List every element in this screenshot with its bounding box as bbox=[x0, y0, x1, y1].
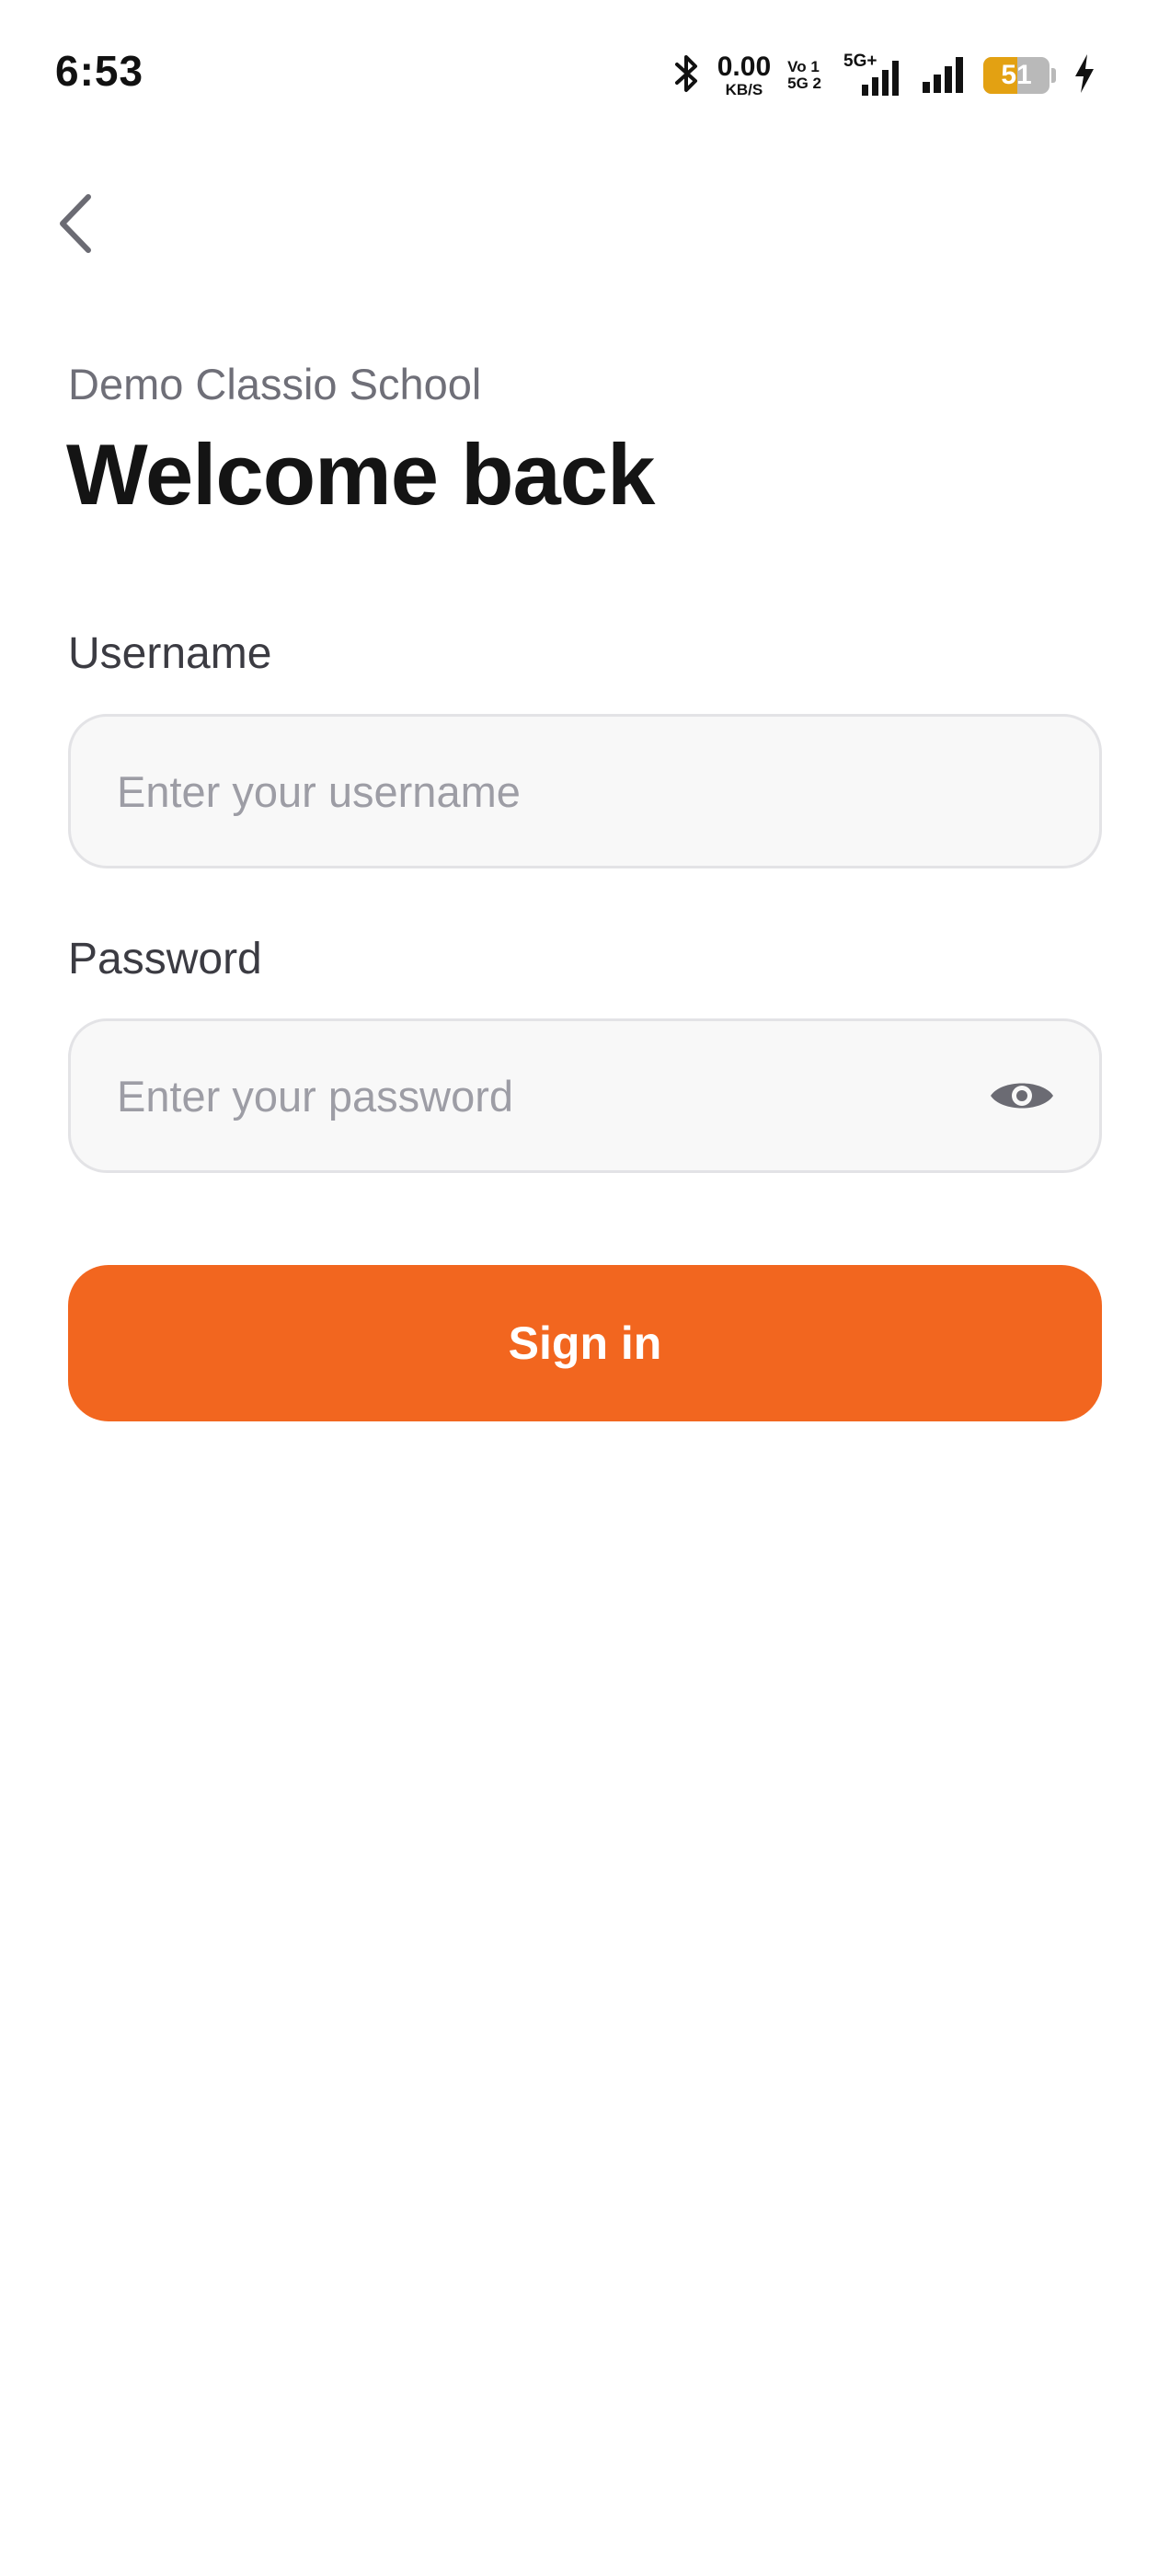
volte-bottom-text: 5G 2 bbox=[787, 75, 821, 92]
eye-icon bbox=[989, 1083, 1055, 1121]
charging-bolt-icon bbox=[1072, 52, 1096, 99]
volte-icon: Vo 1 5G 2 bbox=[787, 59, 821, 92]
back-button[interactable] bbox=[55, 189, 110, 262]
network-speed-unit: KB/S bbox=[725, 81, 763, 98]
status-time: 6:53 bbox=[55, 47, 144, 95]
status-bar: 6:53 0.00 KB/S Vo 1 5G 2 5G+ 51 bbox=[0, 0, 1170, 147]
username-label: Username bbox=[68, 629, 272, 678]
signal-5g-icon: 5G+ bbox=[838, 52, 904, 98]
volte-top-text: Vo 1 bbox=[787, 58, 820, 76]
show-password-toggle[interactable] bbox=[989, 1074, 1055, 1118]
battery-icon: 51 bbox=[983, 57, 1056, 94]
password-input[interactable] bbox=[117, 1021, 945, 1170]
sign-in-button[interactable]: Sign in bbox=[68, 1265, 1102, 1421]
password-label: Password bbox=[68, 935, 262, 983]
username-field[interactable] bbox=[68, 714, 1102, 868]
battery-level: 51 bbox=[1001, 60, 1032, 90]
school-name: Demo Classio School bbox=[68, 360, 482, 408]
battery-body: 51 bbox=[983, 57, 1050, 94]
network-speed: 0.00 KB/S bbox=[717, 53, 771, 98]
page-title: Welcome back bbox=[66, 426, 655, 523]
signal-icon bbox=[921, 52, 967, 99]
network-speed-value: 0.00 bbox=[717, 52, 772, 82]
username-input[interactable] bbox=[117, 717, 945, 866]
bluetooth-icon bbox=[673, 52, 701, 99]
battery-cap bbox=[1051, 68, 1056, 83]
status-icons: 0.00 KB/S Vo 1 5G 2 5G+ 51 bbox=[673, 48, 1096, 103]
password-field[interactable] bbox=[68, 1018, 1102, 1173]
chevron-left-icon bbox=[55, 193, 96, 259]
